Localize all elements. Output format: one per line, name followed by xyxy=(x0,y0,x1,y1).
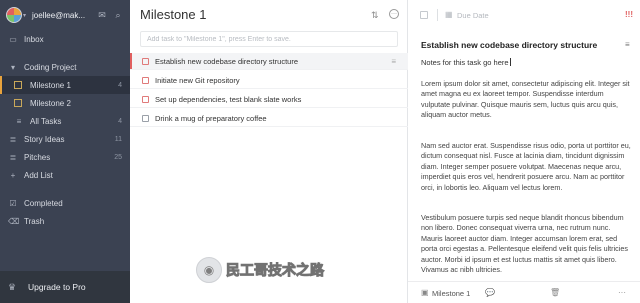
move-to-list-button[interactable]: Milestone 1 xyxy=(432,289,470,298)
priority-flag-icon[interactable]: !!! xyxy=(625,10,633,19)
detail-checkbox[interactable] xyxy=(420,11,428,19)
task-row[interactable]: Initiate new Git repository xyxy=(130,72,408,89)
inbox-icon: ▭ xyxy=(9,34,17,44)
watermark-text: 民工哥技术之路 xyxy=(226,262,325,279)
add-list-button[interactable]: + Add List xyxy=(0,166,130,184)
upgrade-label: Upgrade to Pro xyxy=(28,282,86,292)
notes-paragraph[interactable]: Vestibulum posuere turpis sed neque blan… xyxy=(421,213,633,275)
task-label: Establish new codebase directory structu… xyxy=(155,56,298,66)
chevron-down-icon: ▾ xyxy=(10,62,15,72)
list-icon: ≣ xyxy=(9,134,17,144)
add-task-input[interactable] xyxy=(140,31,398,47)
notes-paragraph[interactable]: Nam sed auctor erat. Suspendisse risus o… xyxy=(421,141,633,193)
mail-icon[interactable]: ✉ xyxy=(97,10,107,20)
list-title: Milestone 1 xyxy=(140,7,207,22)
task-checkbox[interactable] xyxy=(142,57,149,65)
sort-icon[interactable]: ⇅ xyxy=(371,10,379,21)
sidebar-item-all-tasks[interactable]: ≡ All Tasks 4 xyxy=(0,112,130,130)
sidebar-item-label: Story Ideas xyxy=(24,134,65,144)
sidebar-item-label: Pitches xyxy=(24,152,51,162)
list-icon xyxy=(14,81,22,89)
notes-paragraph[interactable]: Lorem ipsum dolor sit amet, consectetur … xyxy=(421,79,633,121)
sidebar-item-trash[interactable]: ⌫ Trash xyxy=(0,212,130,230)
menu-icon[interactable]: ≡ xyxy=(625,40,630,49)
all-tasks-icon: ≡ xyxy=(16,116,22,126)
sidebar-item-label: Trash xyxy=(24,216,45,226)
checkbox-icon: ☑ xyxy=(9,198,17,208)
task-checkbox[interactable] xyxy=(142,95,149,103)
divider xyxy=(437,9,438,21)
list-icon: ▣ xyxy=(421,288,429,297)
task-label: Drink a mug of preparatory coffee xyxy=(155,113,267,123)
notes-heading: Notes for this task go here xyxy=(421,58,509,67)
item-count: 4 xyxy=(118,117,122,125)
list-icon xyxy=(14,99,22,107)
text-cursor xyxy=(509,58,511,66)
sidebar-item-label: Milestone 1 xyxy=(30,80,71,90)
wechat-logo-icon: ◉ xyxy=(196,257,222,283)
notes-editor[interactable]: Notes for this task go here xyxy=(421,58,511,67)
sidebar-item-label: Completed xyxy=(24,198,63,208)
detail-toolbar: ▦ Due Date !!! xyxy=(408,0,640,30)
sidebar-item-pitches[interactable]: ≣ Pitches 25 xyxy=(0,148,130,166)
calendar-icon[interactable]: ▦ xyxy=(445,10,453,19)
drag-handle-icon[interactable]: ≡ xyxy=(391,57,396,66)
sidebar-item-label: All Tasks xyxy=(30,116,62,126)
more-icon[interactable]: ··· xyxy=(389,9,399,19)
plus-icon: + xyxy=(10,170,16,180)
task-title[interactable]: Establish new codebase directory structu… xyxy=(421,40,597,50)
chevron-down-icon[interactable]: ▾ xyxy=(23,12,26,19)
trash-icon[interactable]: 🗑 xyxy=(550,288,560,297)
task-list-pane: Milestone 1 ⇅ ··· Establish new codebase… xyxy=(130,0,408,303)
task-detail-pane: ▦ Due Date !!! Establish new codebase di… xyxy=(408,0,640,303)
detail-footer: ▣ Milestone 1 💬 🗑 ··· xyxy=(408,281,640,303)
sidebar-item-coding-project[interactable]: ▾ Coding Project xyxy=(0,58,130,76)
avatar[interactable] xyxy=(6,7,22,23)
task-row[interactable]: Set up dependencies, test blank slate wo… xyxy=(130,91,408,108)
sidebar-item-inbox[interactable]: ▭ Inbox xyxy=(0,30,130,48)
task-checkbox[interactable] xyxy=(142,114,149,122)
sidebar-item-label: Milestone 2 xyxy=(30,98,71,108)
sidebar-item-label: Add List xyxy=(24,170,53,180)
item-count: 11 xyxy=(114,135,122,143)
sidebar-item-milestone-1[interactable]: Milestone 1 4 xyxy=(0,76,130,94)
watermark: ◉ 民工哥技术之路 xyxy=(196,254,356,286)
more-icon[interactable]: ··· xyxy=(618,288,626,297)
task-row[interactable]: Establish new codebase directory structu… xyxy=(130,53,408,70)
due-date-button[interactable]: Due Date xyxy=(457,11,489,20)
item-count: 4 xyxy=(118,81,122,89)
crown-icon: ♛ xyxy=(8,281,17,292)
user-email[interactable]: joellee@mak... xyxy=(32,11,85,20)
item-count: 25 xyxy=(114,153,122,161)
sidebar-header: ▾ joellee@mak... ✉ ⌕ xyxy=(0,0,130,30)
task-checkbox[interactable] xyxy=(142,76,149,84)
task-label: Set up dependencies, test blank slate wo… xyxy=(155,94,302,104)
sidebar: ▾ joellee@mak... ✉ ⌕ ▭ Inbox ▾ Coding Pr… xyxy=(0,0,130,303)
upgrade-button[interactable]: ♛ Upgrade to Pro xyxy=(0,271,130,303)
search-icon[interactable]: ⌕ xyxy=(113,10,123,20)
sidebar-item-label: Inbox xyxy=(24,34,44,44)
sidebar-item-story-ideas[interactable]: ≣ Story Ideas 11 xyxy=(0,130,130,148)
trash-icon: ⌫ xyxy=(8,216,20,226)
comment-icon[interactable]: 💬 xyxy=(485,288,495,297)
sidebar-item-completed[interactable]: ☑ Completed xyxy=(0,194,130,212)
sidebar-item-label: Coding Project xyxy=(24,62,77,72)
list-icon: ≣ xyxy=(9,152,17,162)
task-row[interactable]: Drink a mug of preparatory coffee xyxy=(130,110,408,127)
task-label: Initiate new Git repository xyxy=(155,75,240,85)
sidebar-item-milestone-2[interactable]: Milestone 2 xyxy=(0,94,130,112)
